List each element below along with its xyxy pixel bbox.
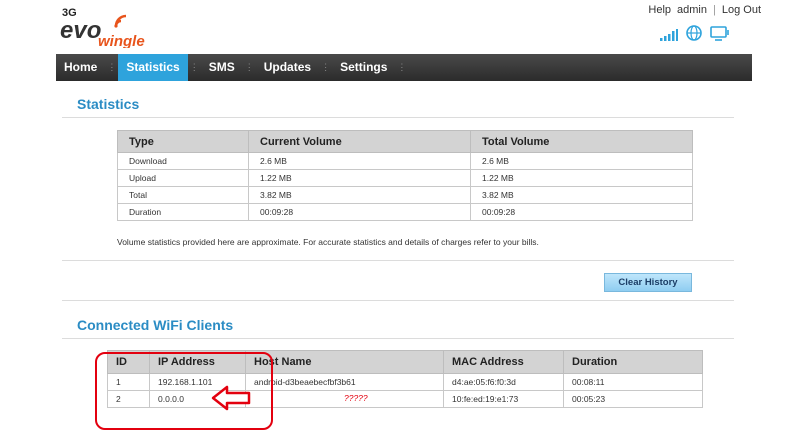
nav-separator: ⋮ (189, 62, 199, 72)
nav-settings[interactable]: Settings (332, 54, 395, 81)
column-header-total-volume: Total Volume (470, 130, 693, 153)
nav-separator: ⋮ (321, 62, 331, 72)
cell-type: Upload (117, 169, 249, 187)
nav-home[interactable]: Home (56, 54, 105, 81)
cell-current-volume: 1.22 MB (248, 169, 471, 187)
help-link[interactable]: Help (648, 4, 671, 16)
column-header-duration: Duration (563, 350, 703, 374)
cell-current-volume: 2.6 MB (248, 152, 471, 170)
cell-mac-address: d4:ae:05:f6:f0:3d (443, 373, 564, 391)
divider (62, 338, 734, 339)
signal-icon (660, 28, 678, 46)
wingle-logo: 3G evo wingle (58, 4, 158, 50)
cell-current-volume: 00:09:28 (248, 203, 471, 221)
annotation-question-marks: ????? (344, 393, 368, 403)
column-header-mac-address: MAC Address (443, 350, 564, 374)
cell-mac-address: 10:fe:ed:19:e1:73 (443, 390, 564, 408)
table-row: Download 2.6 MB 2.6 MB (117, 152, 693, 170)
nav-statistics[interactable]: Statistics (118, 54, 188, 81)
table-row: Total 3.82 MB 3.82 MB (117, 186, 693, 204)
logout-link[interactable]: Log Out (722, 4, 761, 16)
user-name: admin (677, 4, 707, 16)
status-icons (660, 25, 730, 46)
clear-history-button[interactable]: Clear History (604, 273, 692, 292)
column-header-host-name: Host Name (245, 350, 444, 374)
cell-total-volume: 00:09:28 (470, 203, 693, 221)
annotation-arrow-icon (211, 385, 251, 416)
connected-clients-title: Connected WiFi Clients (77, 317, 234, 333)
nav-separator: ⋮ (107, 62, 117, 72)
cell-current-volume: 3.82 MB (248, 186, 471, 204)
table-row: Duration 00:09:28 00:09:28 (117, 203, 693, 221)
statistics-note: Volume statistics provided here are appr… (117, 237, 539, 247)
cell-duration: 00:05:23 (563, 390, 703, 408)
cell-total-volume: 1.22 MB (470, 169, 693, 187)
divider (62, 300, 734, 301)
statistics-title: Statistics (77, 96, 140, 112)
column-header-current-volume: Current Volume (248, 130, 471, 153)
top-links: Help admin | Log Out (648, 4, 761, 16)
globe-icon (686, 25, 702, 46)
cell-host-name: android-d3beaebecfbf3b61 (245, 373, 444, 391)
cell-total-volume: 3.82 MB (470, 186, 693, 204)
divider (62, 117, 734, 118)
cell-type: Duration (117, 203, 249, 221)
nav-sms[interactable]: SMS (201, 54, 243, 81)
link-separator: | (713, 4, 716, 16)
divider (62, 260, 734, 261)
table-header-row: Type Current Volume Total Volume (117, 130, 693, 153)
table-row: Upload 1.22 MB 1.22 MB (117, 169, 693, 187)
cell-total-volume: 2.6 MB (470, 152, 693, 170)
statistics-table: Type Current Volume Total Volume Downloa… (117, 130, 693, 221)
svg-text:evo: evo (60, 17, 101, 44)
cell-duration: 00:08:11 (563, 373, 703, 391)
nav-separator: ⋮ (244, 62, 254, 72)
cell-type: Download (117, 152, 249, 170)
nav-separator: ⋮ (397, 62, 407, 72)
nav-updates[interactable]: Updates (256, 54, 319, 81)
column-header-type: Type (117, 130, 249, 153)
main-nav: Home ⋮ Statistics ⋮ SMS ⋮ Updates ⋮ Sett… (56, 54, 752, 81)
monitor-icon (710, 26, 730, 46)
svg-text:wingle: wingle (98, 33, 145, 48)
cell-type: Total (117, 186, 249, 204)
